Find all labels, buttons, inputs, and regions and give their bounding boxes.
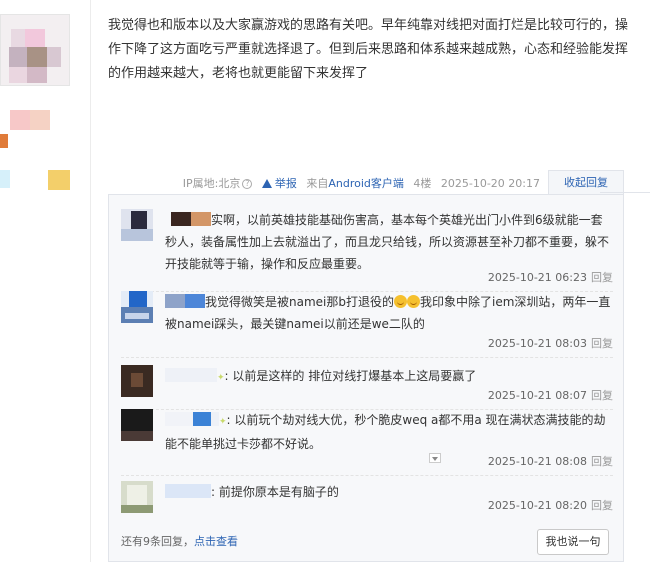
reply-avatar[interactable] [121,365,153,397]
reply-username[interactable] [171,212,191,226]
reply-footer: 2025-10-21 08:08 回复 [488,453,613,469]
reply-footer: 2025-10-21 06:23 回复 [488,269,613,285]
reply-username[interactable] [165,412,193,426]
author-badge [10,110,30,130]
reply-text: : 以前玩个劫对线大优，秒个脆皮weq a都不用a 现在满状态满技能的劫能不能单… [165,413,606,451]
reply-content: ✦: 以前是这样的 排位对线打爆基本上这局要赢了 [165,365,613,389]
reply-username[interactable] [165,368,217,382]
reply-time: 2025-10-21 08:03 [487,337,587,350]
column-divider [90,0,91,562]
post-tail: IP属地:北京? 举报 来自Android客户端 4楼 2025-10-20 2… [108,170,624,194]
report-link[interactable]: 举报 [261,177,297,190]
post-time: 2025-10-20 20:17 [440,177,540,190]
collapse-replies-button[interactable]: 收起回复 [548,170,624,194]
reply-avatar[interactable] [121,209,153,241]
ip-location: IP属地:北京 [182,177,241,190]
reply-username[interactable] [211,412,219,426]
author-tag [0,170,10,188]
reply-button[interactable]: 回复 [591,455,613,468]
reply-content: 实啊，以前英雄技能基础伤害高，基本每个英雄光出门小件到6级就能一套秒人，装备属性… [165,209,613,275]
expand-caret-icon[interactable] [429,453,441,463]
more-replies: 还有9条回复，点击查看 [121,533,238,549]
laugh-emoji-icon [393,295,407,308]
author-badge [30,110,50,130]
reply-time: 2025-10-21 08:08 [487,455,587,468]
reply-time: 2025-10-21 06:23 [487,271,587,284]
reply-text: : 以前是这样的 排位对线打爆基本上这局要赢了 [224,369,477,383]
post-meta: IP属地:北京? 举报 来自Android客户端 4楼 2025-10-20 2… [177,175,540,191]
sparkle-icon: ✦ [217,373,225,383]
post-content: 我觉得也和版本以及大家赢游戏的思路有关吧。早年纯靠对线把对面打烂是比较可行的，操… [108,18,629,81]
warning-icon [261,179,272,188]
client-label: 来自Android客户端 [306,177,404,190]
author-column [0,0,90,562]
view-more-link[interactable]: 点击查看 [194,535,238,548]
reply-username[interactable] [165,484,211,498]
reply-button[interactable]: 回复 [591,271,613,284]
author-avatar[interactable] [0,14,70,86]
laugh-emoji-icon [406,295,420,308]
reply-time: 2025-10-21 08:20 [487,499,587,512]
reply-username[interactable] [165,294,185,308]
help-icon[interactable]: ? [242,179,253,189]
separator-line [600,192,650,193]
reply-avatar[interactable] [121,481,153,513]
reply-avatar[interactable] [121,291,153,323]
reply-list: 实啊，以前英雄技能基础伤害高，基本每个英雄光出门小件到6级就能一套秒人，装备属性… [108,194,624,562]
reply-content: 我觉得微笑是被namei那b打退役的 我印象中除了iem深圳站，两年一直被name… [165,291,613,335]
reply-avatar[interactable] [121,409,153,441]
more-replies-count: 还有9条回复， [121,535,194,548]
reply-text: 我觉得微笑是被namei那b打退役的 [205,295,394,309]
reply-footer: 2025-10-21 08:07 回复 [488,387,613,403]
client-link[interactable]: Android客户端 [328,177,404,190]
write-reply-button[interactable]: 我也说一句 [537,529,609,555]
reply-text: : 前提你原本是有脑子的 [211,485,339,499]
reply-username[interactable] [191,212,211,226]
reply-button[interactable]: 回复 [591,337,613,350]
floor-number: 4楼 [413,177,432,190]
reply-text: 实啊，以前英雄技能基础伤害高，基本每个英雄光出门小件到6级就能一套秒人，装备属性… [165,213,610,271]
reply-footer: 2025-10-21 08:03 回复 [488,335,613,351]
reply-content: ✦: 以前玩个劫对线大优，秒个脆皮weq a都不用a 现在满状态满技能的劫能不能… [165,409,613,455]
reply-button[interactable]: 回复 [591,499,613,512]
reply-username[interactable] [193,412,211,426]
sparkle-icon: ✦ [219,417,227,427]
reply-divider [121,475,613,476]
reply-footer: 2025-10-21 08:20 回复 [488,497,613,513]
reply-username[interactable] [185,294,205,308]
author-tag [48,170,70,190]
reply-button[interactable]: 回复 [591,389,613,402]
author-level [0,134,8,148]
reply-time: 2025-10-21 08:07 [487,389,587,402]
reply-divider [121,357,613,358]
